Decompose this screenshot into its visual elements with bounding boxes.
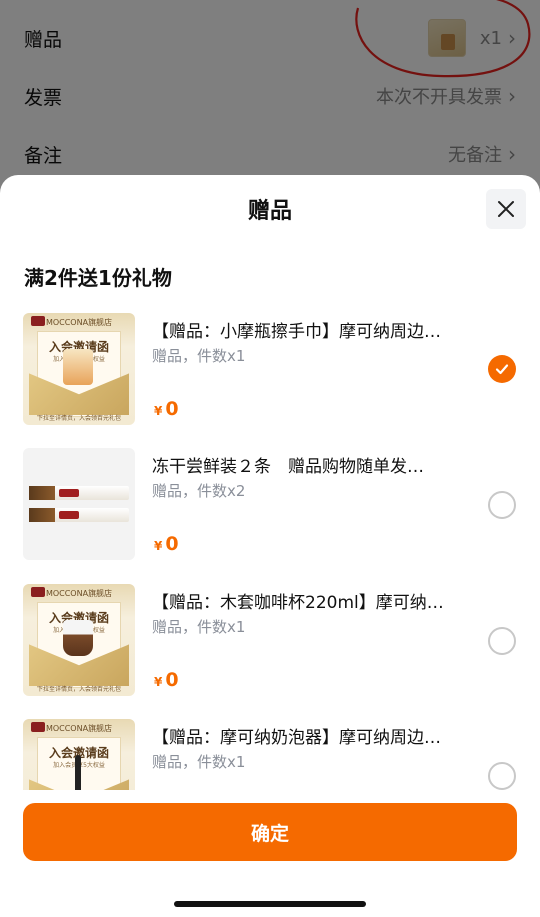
gift-image-cup: MOCCONA旗舰店 入会邀请函 加入会员享5大权益 下拉至详情页，入会领百元礼… (23, 584, 135, 696)
gift-select-radio[interactable] (488, 762, 516, 790)
gift-image-towel: MOCCONA旗舰店 入会邀请函 加入会员享5大权益 下拉至详情页，入会领百元礼… (23, 313, 135, 425)
gift-meta: 赠品，件数x1 (152, 753, 246, 771)
close-icon (498, 201, 514, 217)
gift-item[interactable]: MOCCONA旗舰店 入会邀请函 加入会员享5大权益 下拉至详情页，入会领百元礼… (0, 584, 540, 698)
product-image (75, 755, 81, 790)
gift-meta: 赠品，件数x1 (152, 347, 246, 365)
product-image (63, 349, 93, 385)
check-icon (495, 364, 509, 375)
image-brand-text: MOCCONA旗舰店 (45, 318, 113, 327)
image-brand-text: MOCCONA旗舰店 (45, 724, 113, 733)
gift-item[interactable]: MOCCONA旗舰店 入会邀请函 加入会员享5大权益 下拉至详情页，入会领百元礼… (0, 313, 540, 427)
confirm-button[interactable]: 确定 (23, 803, 517, 861)
gift-name: 【赠品：摩可纳奶泡器】摩可纳周边… (152, 728, 441, 748)
gift-name: 【赠品：小摩瓶擦手巾】摩可纳周边… (152, 322, 441, 342)
gift-image-coffee-sticks (23, 448, 135, 560)
gift-select-radio[interactable] (488, 491, 516, 519)
sheet-footer: 确定 (0, 790, 540, 917)
gift-select-radio[interactable] (488, 355, 516, 383)
gift-rule-subtitle: 满2件送1份礼物 (24, 266, 172, 290)
gift-name: 冻干尝鲜装２条 赠品购物随单发… (152, 457, 424, 477)
gift-price: ¥0 (154, 533, 179, 555)
image-footnote: 下拉至详情页，入会领百元礼包 (36, 686, 121, 693)
image-brand-text: MOCCONA旗舰店 (45, 589, 113, 598)
gift-name: 【赠品：木套咖啡杯220ml】摩可纳… (152, 593, 444, 613)
gift-item[interactable]: MOCCONA旗舰店 入会邀请函 加入会员享5大权益 【赠品：摩可纳奶泡器】摩可… (0, 719, 540, 790)
product-image (63, 620, 93, 656)
gift-sheet: 赠品 满2件送1份礼物 MOCCONA旗舰店 入会邀请函 加入会员享5大权益 下… (0, 175, 540, 917)
image-footnote: 下拉至详情页，入会领百元礼包 (36, 415, 121, 422)
close-button[interactable] (486, 189, 526, 229)
gift-price: ¥0 (154, 398, 179, 420)
gift-item[interactable]: 冻干尝鲜装２条 赠品购物随单发… 赠品，件数x2 ¥0 (0, 448, 540, 562)
gift-meta: 赠品，件数x1 (152, 618, 246, 636)
sheet-title: 赠品 (247, 199, 292, 224)
gift-meta: 赠品，件数x2 (152, 482, 246, 500)
home-indicator (174, 901, 366, 907)
gift-price: ¥0 (154, 669, 179, 691)
gift-image-frother: MOCCONA旗舰店 入会邀请函 加入会员享5大权益 (23, 719, 135, 790)
gift-select-radio[interactable] (488, 627, 516, 655)
